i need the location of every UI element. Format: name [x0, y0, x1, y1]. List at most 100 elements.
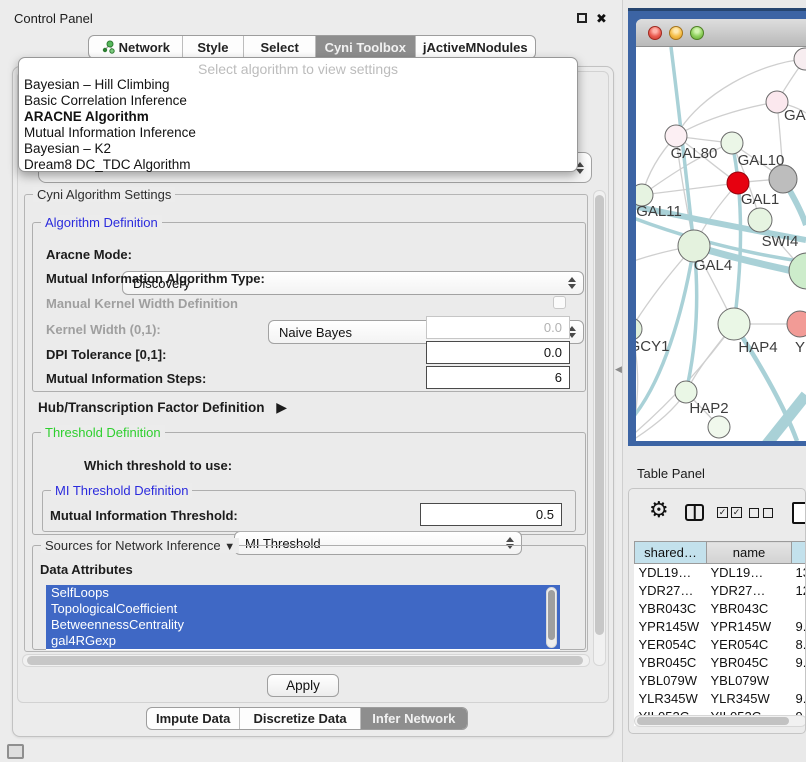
settings-horizontal-scrollbar[interactable] — [22, 654, 590, 667]
settings-vertical-scrollbar[interactable] — [593, 190, 606, 666]
columns-icon[interactable] — [685, 504, 704, 521]
attribute-list-scrollbar-thumb[interactable] — [548, 590, 555, 640]
settings-vertical-scrollbar-thumb[interactable] — [595, 195, 604, 635]
attribute-list-scrollbar[interactable] — [546, 587, 557, 648]
hub-definition-label: Hub/Transcription Factor Definition — [38, 400, 265, 415]
tab-network[interactable]: Network — [89, 36, 183, 58]
table-horizontal-scrollbar[interactable] — [634, 715, 806, 727]
which-threshold-label: Which threshold to use: — [84, 458, 232, 473]
apply-button[interactable]: Apply — [267, 674, 339, 697]
network-node[interactable] — [769, 165, 797, 193]
algorithm-option-basic-correlation-inference[interactable]: Basic Correlation Inference — [19, 93, 577, 109]
settings-horizontal-scrollbar-thumb[interactable] — [27, 656, 583, 665]
column-header-shared-[interactable]: shared… — [635, 542, 707, 564]
attribute-item-betweennesscentrality[interactable]: BetweennessCentrality — [46, 617, 560, 633]
network-node-swi4[interactable] — [748, 208, 772, 232]
network-canvas[interactable]: GALGAL80GAL10GAL1GAL11SWI4GAL4GCY1HAP4YH… — [636, 47, 806, 441]
mi-threshold-field[interactable] — [420, 503, 562, 526]
table-horizontal-scrollbar-thumb[interactable] — [637, 717, 789, 725]
gear-icon[interactable]: ⚙ — [649, 499, 669, 521]
tab-style[interactable]: Style — [183, 36, 245, 58]
float-panel-icon[interactable] — [577, 13, 587, 23]
tab-select[interactable]: Select — [244, 36, 316, 58]
table-cell[interactable]: YBR043C — [707, 600, 792, 618]
attribute-item-selfloops[interactable]: SelfLoops — [46, 585, 560, 601]
network-node-gal80[interactable] — [665, 125, 687, 147]
collapse-down-icon[interactable]: ▼ — [224, 541, 235, 553]
table-cell[interactable]: YBR043C — [635, 600, 707, 618]
tab-jactivemnodules[interactable]: jActiveMNodules — [416, 36, 535, 58]
tab-cyni-toolbox[interactable]: Cyni Toolbox — [316, 36, 416, 58]
network-node-hap4[interactable] — [718, 308, 750, 340]
network-view-frame: GALGAL80GAL10GAL1GAL11SWI4GAL4GCY1HAP4YH… — [628, 8, 806, 446]
table-cell[interactable]: YDL19… — [635, 564, 707, 582]
minimized-panel-icon[interactable] — [7, 744, 24, 759]
attribute-item-topologicalcoefficient[interactable]: TopologicalCoefficient — [46, 601, 560, 617]
algorithm-option-mutual-information-inference[interactable]: Mutual Information Inference — [19, 125, 577, 141]
network-edge[interactable] — [676, 102, 777, 136]
network-node[interactable] — [794, 48, 806, 70]
network-node-gal10[interactable] — [721, 132, 743, 154]
kernel-width-field — [426, 316, 570, 339]
table-cell[interactable]: 12 — [792, 582, 806, 600]
data-attributes-list[interactable]: SelfLoopsTopologicalCoefficientBetweenne… — [46, 585, 560, 650]
data-attributes-label: Data Attributes — [40, 562, 133, 577]
network-node[interactable] — [708, 416, 730, 438]
network-window-titlebar[interactable] — [636, 19, 806, 47]
table-cell[interactable]: 13 — [792, 564, 806, 582]
table-cell[interactable]: 9. — [792, 618, 806, 636]
table-cell[interactable]: YLR345W — [707, 690, 792, 708]
panel-splitter-arrow-icon[interactable]: ◀ — [615, 364, 622, 375]
table-cell[interactable]: YDR27… — [635, 582, 707, 600]
algorithm-option-bayesian-hill-climbing[interactable]: Bayesian – Hill Climbing — [19, 77, 577, 93]
table-cell[interactable]: YER054C — [707, 636, 792, 654]
hub-definition-expander[interactable]: Hub/Transcription Factor Definition ▶ — [38, 399, 287, 416]
tab-discretize-data[interactable]: Discretize Data — [240, 708, 360, 729]
column-header-a[interactable]: A — [792, 542, 806, 564]
manual-kernel-checkbox — [553, 296, 566, 309]
table-cell[interactable] — [792, 672, 806, 690]
table-cell[interactable]: YDR27… — [707, 582, 792, 600]
table-cell[interactable]: YER054C — [635, 636, 707, 654]
algorithm-option-dream8-dc-tdc-algorithm[interactable]: Dream8 DC_TDC Algorithm — [19, 157, 577, 173]
algorithm-option-bayesian-k2[interactable]: Bayesian – K2 — [19, 141, 577, 157]
table-cell[interactable]: YBL079W — [635, 672, 707, 690]
algorithm-option-aracne-algorithm[interactable]: ARACNE Algorithm — [19, 109, 577, 125]
table-cell[interactable]: YPR145W — [635, 618, 707, 636]
close-panel-icon[interactable]: ✖ — [596, 12, 607, 25]
table-cell[interactable]: YBR045C — [707, 654, 792, 672]
node-label-gcy1: GCY1 — [636, 338, 669, 355]
kernel-width-label: Kernel Width (0,1): — [46, 322, 161, 337]
table-row: YER054CYER054C8. — [635, 636, 806, 654]
table-cell[interactable]: YBR045C — [635, 654, 707, 672]
tab-infer-network[interactable]: Infer Network — [361, 708, 467, 729]
mi-steps-field[interactable] — [426, 366, 570, 389]
table-cell[interactable]: 8. — [792, 636, 806, 654]
document-icon[interactable] — [792, 502, 806, 524]
table-cell[interactable]: YDL19… — [707, 564, 792, 582]
table-cell[interactable] — [792, 600, 806, 618]
select-all-checks-icon[interactable]: ✓ — [717, 507, 728, 518]
table-cell[interactable]: YLR345W — [635, 690, 707, 708]
zoom-window-icon[interactable] — [690, 26, 704, 40]
network-edge[interactable] — [763, 395, 806, 441]
network-edge[interactable] — [732, 143, 741, 324]
table-cell[interactable]: 9. — [792, 654, 806, 672]
table-cell[interactable]: 9. — [792, 690, 806, 708]
network-node-y[interactable] — [787, 311, 806, 337]
close-window-icon[interactable] — [648, 26, 662, 40]
tab-label: Discretize Data — [253, 711, 346, 726]
select-all-checks-icon2[interactable]: ✓ — [731, 507, 742, 518]
column-header-name[interactable]: name — [707, 542, 792, 564]
tab-impute-data[interactable]: Impute Data — [147, 708, 240, 729]
deselect-all-icon2[interactable] — [763, 508, 773, 518]
apply-button-label: Apply — [286, 678, 320, 693]
deselect-all-icon[interactable] — [749, 508, 759, 518]
expand-right-icon[interactable]: ▶ — [276, 399, 287, 415]
attribute-item-gal4rgexp[interactable]: gal4RGexp — [46, 633, 560, 649]
table-cell[interactable]: YBL079W — [707, 672, 792, 690]
dpi-tolerance-field[interactable] — [426, 341, 570, 364]
table-cell[interactable]: YPR145W — [707, 618, 792, 636]
minimize-window-icon[interactable] — [669, 26, 683, 40]
network-node-gcy1[interactable] — [636, 318, 642, 340]
